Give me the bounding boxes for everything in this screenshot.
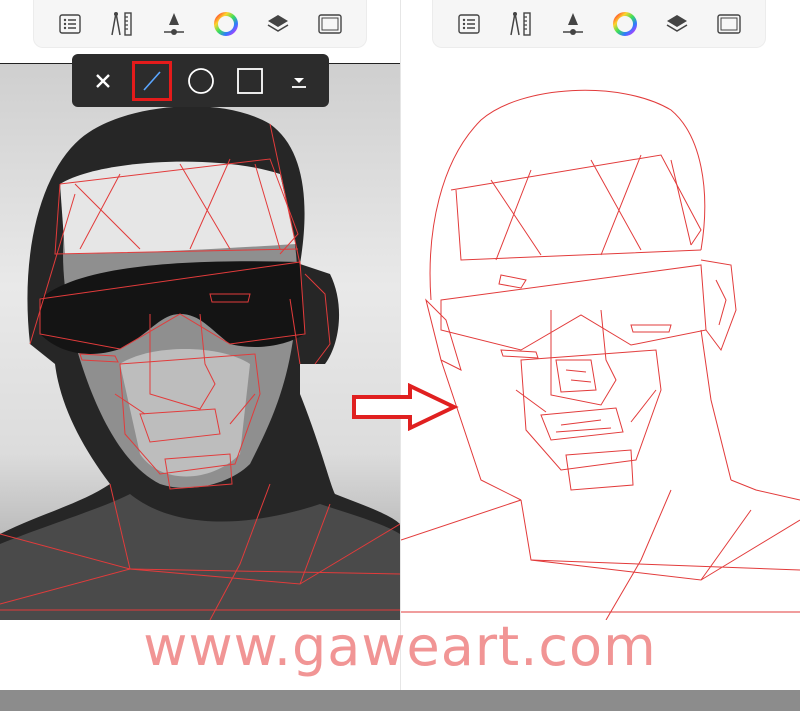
top-toolbar-right [432, 0, 766, 48]
color-wheel-icon[interactable] [212, 10, 240, 38]
brush-size-icon[interactable] [160, 10, 188, 38]
close-button[interactable] [83, 61, 123, 101]
fullscreen-icon[interactable] [316, 10, 344, 38]
layers-icon[interactable] [264, 10, 292, 38]
shape-toolbar [72, 54, 329, 107]
dropdown-button[interactable] [279, 61, 319, 101]
layers-icon[interactable] [663, 10, 691, 38]
rectangle-tool-icon [236, 67, 263, 94]
list-icon[interactable] [56, 10, 84, 38]
compass-ruler-icon[interactable] [108, 10, 136, 38]
right-arrow-icon [350, 382, 462, 436]
top-toolbar-left [33, 0, 367, 48]
fullscreen-icon[interactable] [715, 10, 743, 38]
dropdown-icon [291, 77, 306, 88]
line-tool-icon [142, 70, 161, 91]
line-sketch [401, 60, 800, 620]
close-icon [95, 73, 110, 88]
list-icon[interactable] [455, 10, 483, 38]
ellipse-tool-button[interactable] [181, 61, 221, 101]
line-tool-button[interactable] [131, 60, 172, 101]
bottom-bar [0, 690, 800, 711]
reference-photo [0, 63, 400, 620]
compass-ruler-icon[interactable] [507, 10, 535, 38]
watermark-text: www.gaweart.com [143, 615, 657, 678]
color-wheel-icon[interactable] [611, 10, 639, 38]
ellipse-tool-icon [187, 67, 214, 94]
brush-size-icon[interactable] [559, 10, 587, 38]
rectangle-tool-button[interactable] [230, 61, 270, 101]
